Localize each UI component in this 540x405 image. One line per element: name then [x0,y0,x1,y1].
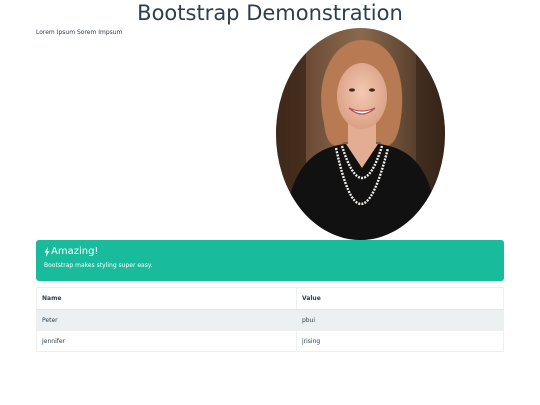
alert-heading: Amazing! [44,245,496,258]
table-cell-name: Peter [36,309,297,331]
success-alert: Amazing! Bootstrap makes styling super e… [36,240,504,281]
table-cell-value: pbui [296,309,504,331]
table-row: Peter pbui [36,309,504,331]
column-header-name: Name [36,287,297,310]
column-header-value: Value [296,287,504,310]
table-header-row: Name Value [36,287,504,310]
page-title: Bootstrap Demonstration [137,1,403,25]
bolt-icon [44,246,50,257]
page: Bootstrap Demonstration Lorem Ipsum Sore… [0,0,540,405]
lorem-text: Lorem Ipsum Sorem Impsum [36,29,123,36]
data-table: Name Value Peter pbui Jennifer jrising [36,287,504,352]
table-cell-name: Jennifer [36,330,297,352]
table-cell-value: jrising [296,330,504,352]
alert-heading-text: Amazing! [51,246,99,257]
table-row: Jennifer jrising [36,330,504,352]
portrait-image [276,28,445,240]
alert-message: Bootstrap makes styling super easy. [44,262,153,269]
